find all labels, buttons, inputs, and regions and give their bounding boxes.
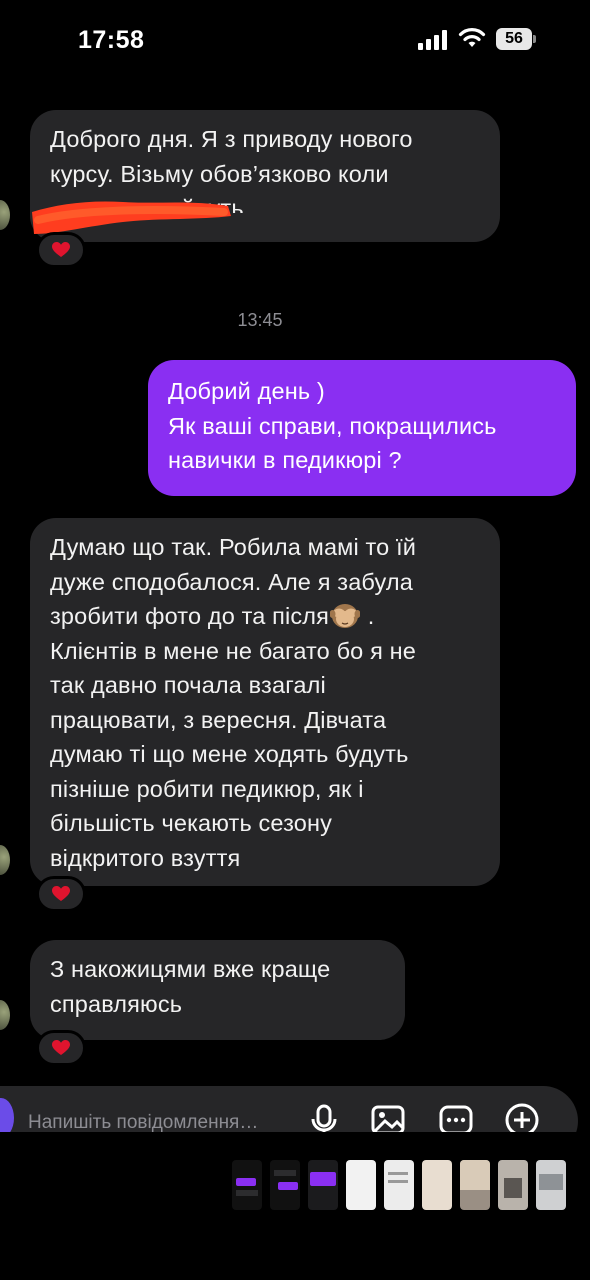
thumbnail[interactable] [536, 1160, 566, 1210]
wifi-icon [458, 28, 486, 47]
message-text: пізніше робити педикюр, як і [50, 775, 364, 802]
message-text-with-emoji: зробити фото до та після . [50, 599, 480, 634]
heart-icon [52, 886, 70, 901]
message-text: думаю ті що мене ходять будуть [50, 741, 409, 767]
heart-reaction[interactable] [36, 232, 86, 268]
heart-reaction[interactable] [36, 1030, 86, 1066]
message-text: . [361, 603, 375, 629]
battery-level: 56 [496, 28, 532, 50]
photo-thumbnail-strip [232, 1160, 566, 1220]
message-text: Доброго дня. Я з приводу нового [50, 126, 413, 152]
message-timestamp: 13:45 [237, 310, 283, 330]
sender-avatar [0, 845, 10, 875]
thumbnail[interactable] [498, 1160, 528, 1210]
sender-avatar [0, 1000, 10, 1030]
message-text: так давно почала взагалі [50, 672, 326, 698]
message-text: відкритого взуття [50, 844, 241, 871]
battery-icon: 56 [496, 28, 536, 50]
thumbnail[interactable] [384, 1160, 414, 1210]
message-text: Думаю що так. Робила мамі то їй [50, 534, 417, 560]
message-text: зробити фото до та після [50, 603, 330, 629]
outgoing-message-bubble[interactable]: Добрий день ) Як ваші справи, покращилис… [148, 360, 576, 496]
thumbnail[interactable] [232, 1160, 262, 1210]
message-text: дуже сподобалося. Але я забула [50, 568, 413, 595]
thumbnail[interactable] [270, 1160, 300, 1210]
message-text: працювати, з вересня. Дівчата [50, 706, 387, 733]
message-text: З накожицями вже краще [50, 956, 331, 982]
see-no-evil-monkey-emoji [330, 604, 361, 628]
status-time: 17:58 [78, 26, 145, 54]
incoming-message-bubble[interactable]: Думаю що так. Робила мамі то їй дуже спо… [30, 518, 500, 886]
thumbnail[interactable] [308, 1160, 338, 1210]
thumbnail[interactable] [422, 1160, 452, 1210]
message-input[interactable]: Напишіть повідомлення… [28, 1112, 288, 1134]
message-text: Добрий день ) [168, 378, 325, 404]
thumbnail[interactable] [346, 1160, 376, 1210]
message-text: Клієнтів в мене не багато бо я не [50, 637, 416, 664]
thumbnail[interactable] [460, 1160, 490, 1210]
cellular-signal-icon [418, 30, 450, 50]
message-text: більшість чекають сезону [50, 810, 333, 836]
message-text: справляюсь [50, 990, 183, 1017]
status-bar: 17:58 56 [0, 0, 590, 80]
heart-reaction[interactable] [36, 876, 86, 912]
sender-avatar [0, 200, 10, 230]
message-text: курсу. Візьму обов’язково коли [50, 160, 389, 187]
message-text: Як ваші справи, покращились [168, 412, 497, 439]
incoming-message-bubble[interactable]: З накожицями вже краще справляюсь [30, 940, 405, 1040]
message-text: навички в педикюрі ? [168, 447, 402, 473]
heart-icon [52, 1040, 70, 1055]
heart-icon [52, 242, 70, 257]
